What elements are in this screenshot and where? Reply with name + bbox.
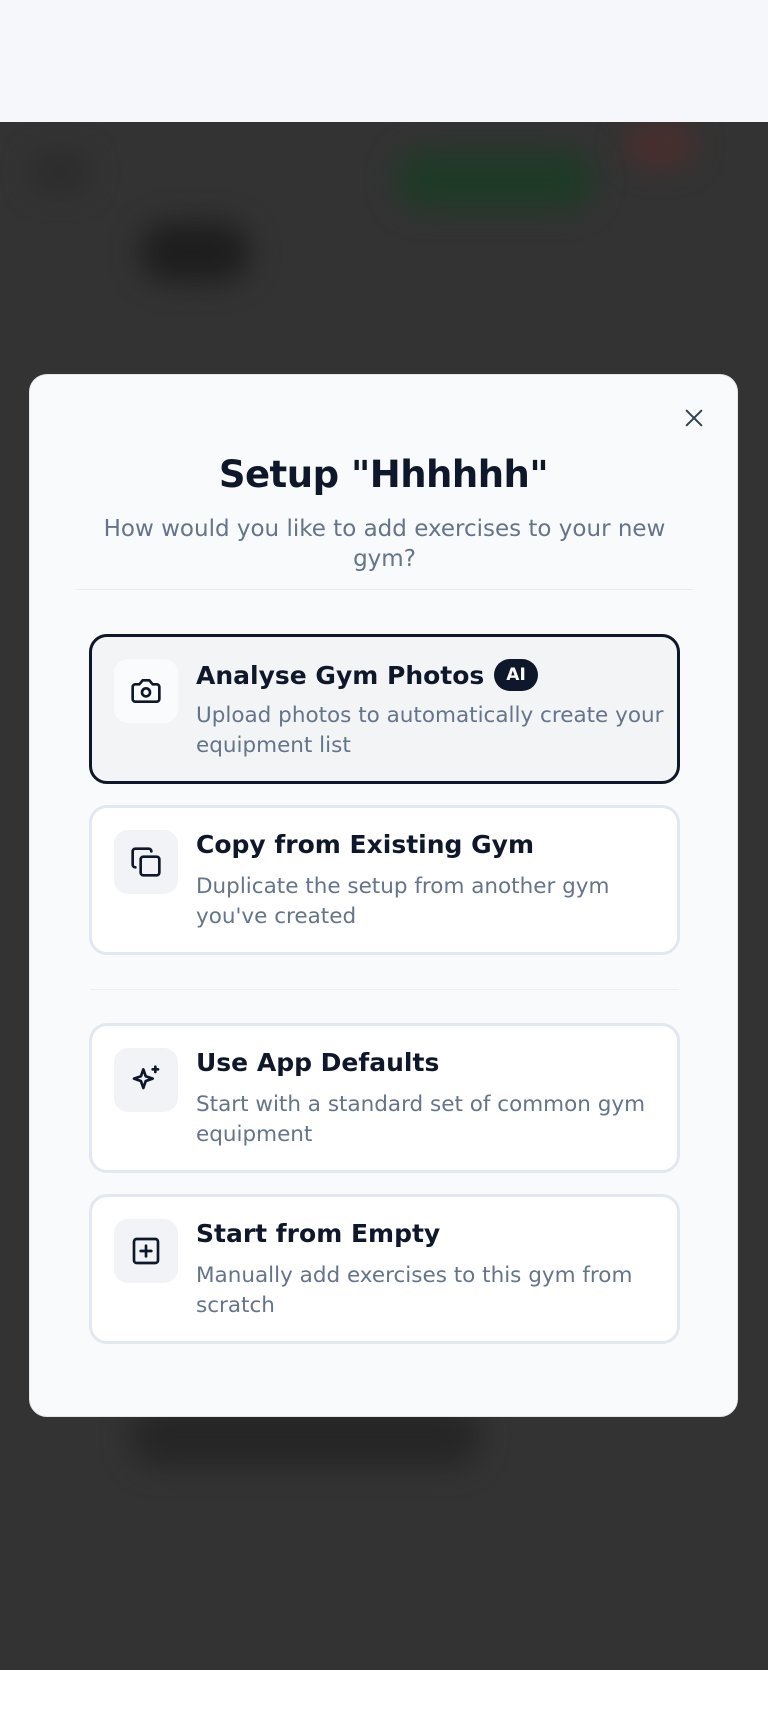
copy-icon-container <box>114 830 178 894</box>
plus-square-icon-container <box>114 1219 178 1283</box>
dialog-subtitle: How would you like to add exercises to y… <box>103 516 666 572</box>
page-bottom-area <box>0 1670 768 1713</box>
option-description: Manually add exercises to this gym from … <box>196 1263 633 1318</box>
option-use-app-defaults[interactable]: Use App Defaults Start with a standard s… <box>89 1023 680 1173</box>
setup-gym-dialog: Setup "Hhhhhh" How would you like to add… <box>29 374 738 1417</box>
option-title: Analyse Gym Photos <box>196 660 485 690</box>
header-divider <box>76 589 693 590</box>
page-header-area <box>0 0 768 122</box>
close-button[interactable] <box>681 405 707 431</box>
option-description: Duplicate the setup from another gym you… <box>196 874 610 929</box>
option-analyse-gym-photos[interactable]: Analyse Gym Photos AI Upload photos to a… <box>89 634 680 784</box>
camera-icon-container <box>114 659 178 723</box>
copy-icon <box>131 847 161 877</box>
sparkles-icon <box>132 1065 160 1090</box>
option-title: Copy from Existing Gym <box>196 830 534 859</box>
option-title: Start from Empty <box>196 1219 441 1248</box>
option-start-from-empty[interactable]: Start from Empty Manually add exercises … <box>89 1194 680 1344</box>
blurred-background-button <box>395 150 595 210</box>
close-icon <box>685 409 703 427</box>
section-divider <box>90 989 679 990</box>
option-title-row: Copy from Existing Gym <box>196 830 534 859</box>
option-description: Upload photos to automatically create yo… <box>196 703 664 758</box>
dialog-title: Setup "Hhhhhh" <box>218 453 549 496</box>
option-copy-existing-gym[interactable]: Copy from Existing Gym Duplicate the set… <box>89 805 680 955</box>
sparkles-icon-container <box>114 1048 178 1112</box>
option-title-row: Use App Defaults <box>196 1048 439 1077</box>
blurred-background-content <box>140 222 250 282</box>
blurred-background-logo <box>30 152 90 192</box>
option-title-row: Start from Empty <box>196 1219 440 1248</box>
blurred-background-avatar <box>625 122 695 167</box>
camera-icon <box>131 679 161 703</box>
plus-square-icon <box>132 1237 160 1265</box>
option-title-row: Analyse Gym Photos AI <box>196 659 538 691</box>
ai-badge: AI <box>494 659 538 691</box>
option-description: Start with a standard set of common gym … <box>196 1092 646 1147</box>
option-title: Use App Defaults <box>196 1048 440 1077</box>
